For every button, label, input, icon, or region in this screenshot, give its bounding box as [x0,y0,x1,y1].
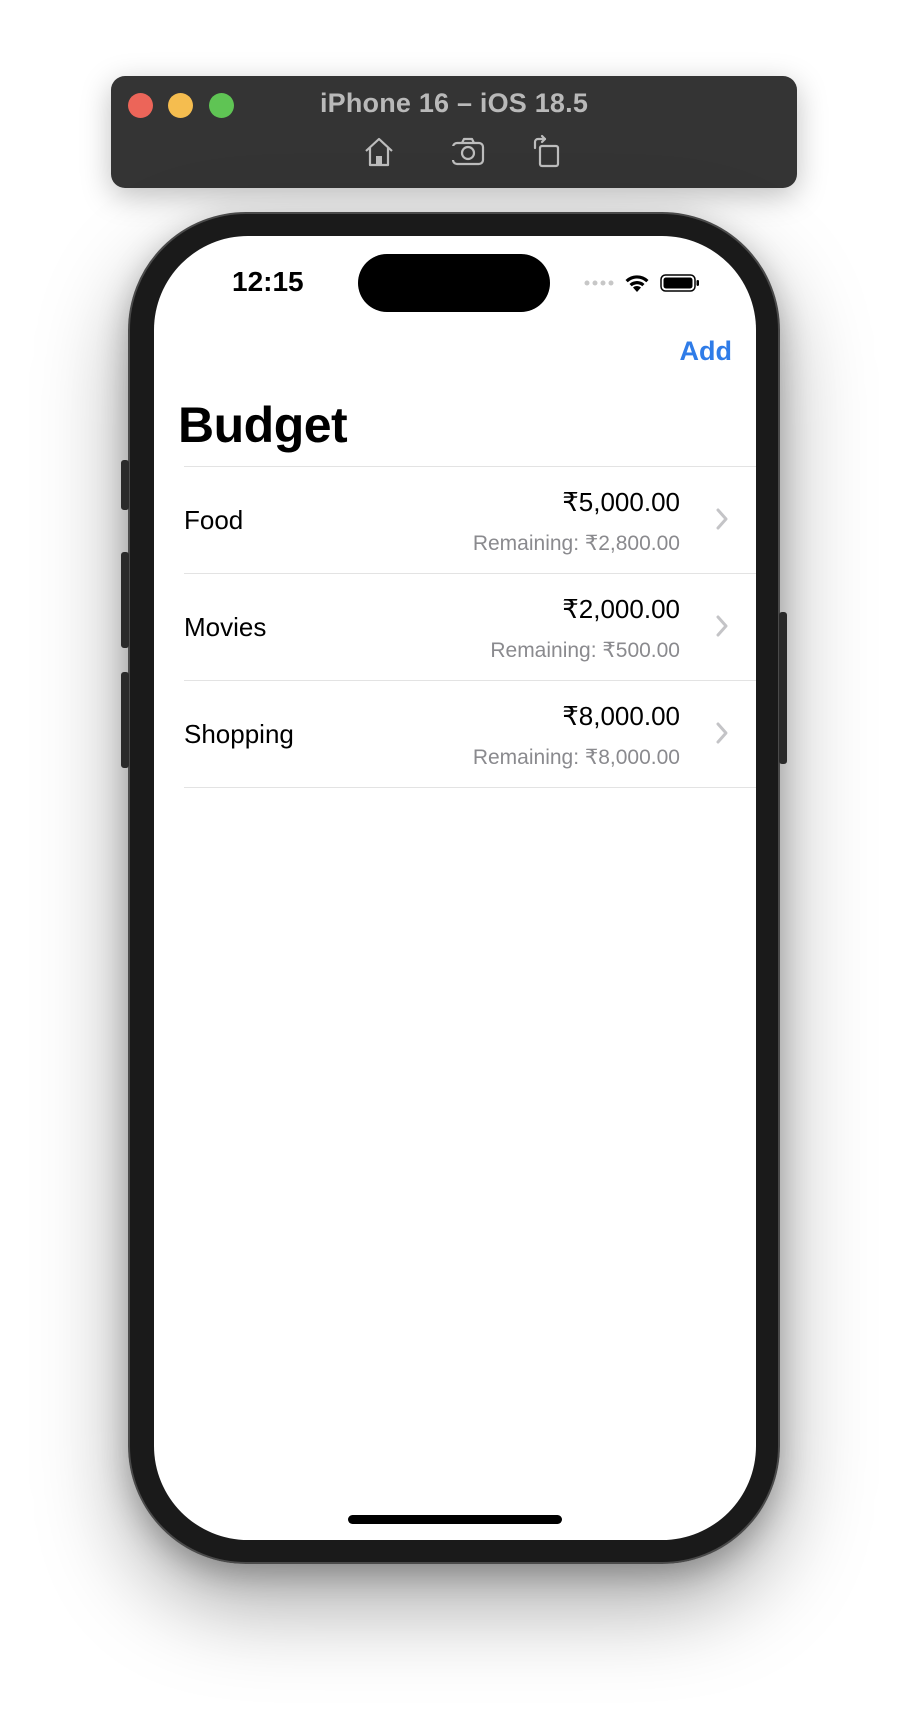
budget-remaining: Remaining: ₹2,800.00 [472,532,680,555]
volume-down-button [121,672,129,768]
budget-name: Movies [184,612,267,642]
budget-remaining: Remaining: ₹8,000.00 [472,746,680,769]
budget-amount: ₹5,000.00 [562,487,680,517]
add-button[interactable]: Add [680,336,732,367]
window-title: iPhone 16 – iOS 18.5 [319,88,589,118]
budget-amount: ₹8,000.00 [562,701,680,731]
rotate-icon[interactable] [529,134,565,170]
chevron-right-icon [716,722,728,744]
action-button [121,460,129,510]
power-button [779,612,787,764]
budget-remaining: Remaining: ₹500.00 [490,639,680,662]
volume-up-button [121,552,129,648]
page-title: Budget [178,397,348,453]
home-indicator[interactable] [348,1515,562,1524]
budget-name: Shopping [184,719,294,749]
budget-amount: ₹2,000.00 [562,594,680,624]
chevron-right-icon [716,508,728,530]
dynamic-island [358,254,550,312]
budget-name: Food [184,505,244,535]
screenshot-icon[interactable] [450,134,486,170]
wifi-icon [625,275,649,292]
battery-icon [660,274,699,292]
chevron-right-icon [716,615,728,637]
budget-row-food[interactable]: Food ₹5,000.00 Remaining: ₹2,800.00 [184,467,756,574]
budget-list: Food ₹5,000.00 Remaining: ₹2,800.00 Movi… [184,466,756,788]
status-icons [584,270,700,296]
budget-row-shopping[interactable]: Shopping ₹8,000.00 Remaining: ₹8,000.00 [184,681,756,788]
signal-icon [584,280,614,286]
phone-screen: 12:15 Add Budget Food ₹5,000.00 Remainin… [154,236,756,1540]
budget-row-movies[interactable]: Movies ₹2,000.00 Remaining: ₹500.00 [184,574,756,681]
status-time: 12:15 [232,266,304,297]
home-icon[interactable] [361,134,397,170]
simulator-title-bar: iPhone 16 – iOS 18.5 [111,76,797,188]
